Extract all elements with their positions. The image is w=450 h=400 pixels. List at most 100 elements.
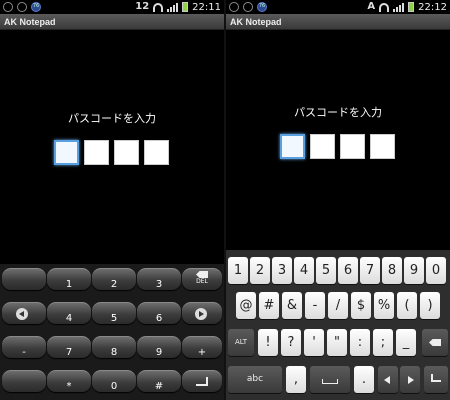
space-key[interactable] bbox=[310, 366, 350, 393]
backspace-icon bbox=[196, 271, 208, 278]
abc-mode-key[interactable]: abc bbox=[228, 366, 282, 393]
key-5[interactable]: 5 bbox=[92, 302, 136, 324]
symbol-keyboard: 1 2 3 4 5 6 7 8 9 0 @ # & - / $ % ( ) AL… bbox=[226, 250, 450, 400]
cursor-left-key[interactable] bbox=[378, 366, 398, 393]
key-comma[interactable]: , bbox=[286, 366, 306, 393]
wifi-icon bbox=[379, 2, 390, 12]
input-mode-icon: A bbox=[367, 1, 376, 12]
key-7[interactable]: 7 bbox=[47, 336, 91, 358]
space-icon bbox=[322, 379, 338, 384]
key-star[interactable]: * bbox=[47, 370, 91, 392]
key-1[interactable]: 1 bbox=[228, 257, 248, 284]
calendar-icon: 12 bbox=[135, 1, 150, 12]
passcode-digit-1[interactable] bbox=[280, 134, 305, 159]
app-title-bar: AK Notepad bbox=[226, 14, 450, 30]
battery-icon bbox=[408, 2, 415, 12]
arrow-right-key[interactable] bbox=[182, 302, 222, 324]
key-plus[interactable]: + bbox=[182, 336, 222, 358]
status-bar: 76 12 22:11 bbox=[0, 0, 224, 14]
badge-icon: 76 bbox=[31, 2, 41, 12]
left-screen: 76 12 22:11 AK Notepad パスコードを入力 1 2 3 DE… bbox=[0, 0, 224, 400]
right-screen: 76 A 22:12 AK Notepad パスコードを入力 1 2 3 4 5… bbox=[226, 0, 450, 400]
backspace-icon bbox=[429, 339, 441, 346]
arrow-right-icon bbox=[195, 308, 207, 320]
arrow-left-key[interactable] bbox=[2, 302, 46, 324]
key-6[interactable]: 6 bbox=[338, 257, 358, 284]
passcode-digit-1[interactable] bbox=[54, 140, 79, 165]
passcode-prompt: パスコードを入力 bbox=[294, 106, 382, 119]
clock: 22:11 bbox=[192, 1, 221, 13]
badge-icon: 76 bbox=[257, 2, 267, 12]
key-percent[interactable]: % bbox=[374, 292, 394, 319]
key-9[interactable]: 9 bbox=[137, 336, 181, 358]
arrow-right-icon bbox=[408, 376, 414, 384]
key-1[interactable]: 1 bbox=[47, 268, 91, 290]
key-2[interactable]: 2 bbox=[250, 257, 270, 284]
enter-icon bbox=[196, 377, 208, 386]
alt-key[interactable]: ALT bbox=[228, 329, 254, 356]
key-0[interactable]: 0 bbox=[426, 257, 446, 284]
key-minus[interactable]: - bbox=[305, 292, 325, 319]
key-3[interactable]: 3 bbox=[137, 268, 181, 290]
gear-icon bbox=[3, 2, 13, 12]
key-2[interactable]: 2 bbox=[92, 268, 136, 290]
key-period[interactable]: . bbox=[354, 366, 374, 393]
passcode-digit-4[interactable] bbox=[144, 140, 169, 165]
passcode-digit-3[interactable] bbox=[340, 134, 365, 159]
key-5[interactable]: 5 bbox=[316, 257, 336, 284]
app-title: AK Notepad bbox=[4, 16, 56, 27]
arrow-left-icon bbox=[384, 376, 390, 384]
key-hash[interactable]: # bbox=[137, 370, 181, 392]
key-blank-1[interactable] bbox=[2, 268, 46, 290]
key-apostrophe[interactable]: ' bbox=[304, 329, 324, 356]
wifi-icon bbox=[153, 2, 164, 12]
signal-icon bbox=[167, 2, 179, 12]
key-exclaim[interactable]: ! bbox=[258, 329, 278, 356]
key-8[interactable]: 8 bbox=[382, 257, 402, 284]
key-underscore[interactable]: _ bbox=[396, 329, 416, 356]
enter-key[interactable] bbox=[424, 366, 448, 393]
key-colon[interactable]: : bbox=[350, 329, 370, 356]
notification-icon bbox=[17, 2, 27, 12]
enter-icon bbox=[431, 374, 441, 382]
cursor-right-key[interactable] bbox=[400, 366, 420, 393]
passcode-prompt: パスコードを入力 bbox=[68, 112, 156, 125]
key-dollar[interactable]: $ bbox=[351, 292, 371, 319]
key-3[interactable]: 3 bbox=[272, 257, 292, 284]
passcode-digit-2[interactable] bbox=[310, 134, 335, 159]
numeric-keypad: 1 2 3 DEL 4 5 6 - 7 8 9 + * 0 # bbox=[0, 264, 224, 400]
gear-icon bbox=[229, 2, 239, 12]
key-rparen[interactable]: ) bbox=[420, 292, 440, 319]
key-7[interactable]: 7 bbox=[360, 257, 380, 284]
arrow-left-icon bbox=[16, 308, 28, 320]
passcode-boxes bbox=[280, 134, 395, 159]
app-title-bar: AK Notepad bbox=[0, 14, 224, 30]
key-slash[interactable]: / bbox=[328, 292, 348, 319]
key-minus[interactable]: - bbox=[2, 336, 46, 358]
key-quote[interactable]: " bbox=[327, 329, 347, 356]
key-4[interactable]: 4 bbox=[47, 302, 91, 324]
passcode-digit-2[interactable] bbox=[84, 140, 109, 165]
passcode-boxes bbox=[54, 140, 169, 165]
key-blank-2[interactable] bbox=[2, 370, 46, 392]
delete-key[interactable]: DEL bbox=[182, 268, 222, 290]
key-at[interactable]: @ bbox=[236, 292, 256, 319]
key-hash[interactable]: # bbox=[259, 292, 279, 319]
key-4[interactable]: 4 bbox=[294, 257, 314, 284]
passcode-digit-4[interactable] bbox=[370, 134, 395, 159]
delete-key[interactable] bbox=[422, 329, 448, 356]
key-semicolon[interactable]: ; bbox=[373, 329, 393, 356]
app-title: AK Notepad bbox=[230, 16, 282, 27]
key-question[interactable]: ? bbox=[281, 329, 301, 356]
clock: 22:12 bbox=[418, 1, 447, 13]
passcode-digit-3[interactable] bbox=[114, 140, 139, 165]
enter-key[interactable] bbox=[182, 370, 222, 392]
key-0[interactable]: 0 bbox=[92, 370, 136, 392]
key-6[interactable]: 6 bbox=[137, 302, 181, 324]
notification-icon bbox=[243, 2, 253, 12]
key-9[interactable]: 9 bbox=[404, 257, 424, 284]
key-lparen[interactable]: ( bbox=[397, 292, 417, 319]
battery-icon bbox=[182, 2, 189, 12]
key-8[interactable]: 8 bbox=[92, 336, 136, 358]
key-ampersand[interactable]: & bbox=[282, 292, 302, 319]
